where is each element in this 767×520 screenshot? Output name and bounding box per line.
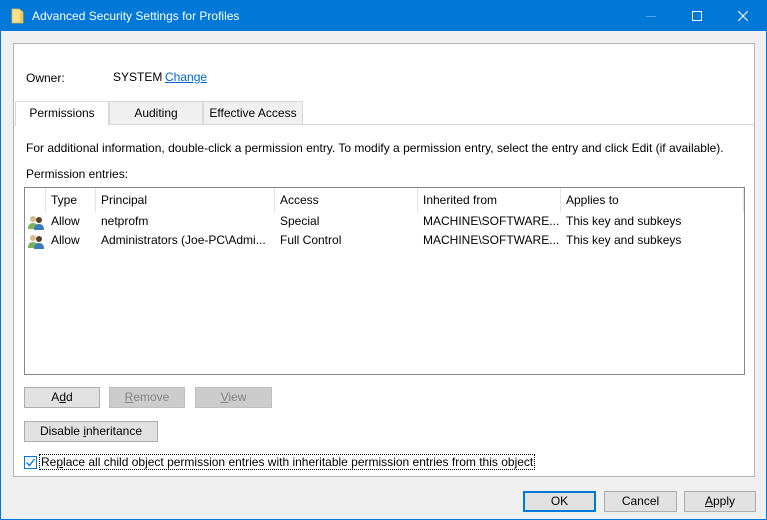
- cell-type: Allow: [51, 233, 80, 247]
- owner-value: SYSTEM: [113, 70, 163, 84]
- users-group-icon: [28, 235, 44, 249]
- cell-type: Allow: [51, 214, 80, 228]
- change-link-text: Change: [165, 70, 208, 84]
- content-panel: Owner: SYSTEM Change Permissions Auditin…: [13, 43, 755, 477]
- cell-applies-to: This key and subkeys: [566, 233, 682, 247]
- apply-label-post: pply: [713, 494, 736, 508]
- permission-entries-list[interactable]: Type Principal Access Inherited from App…: [24, 187, 745, 375]
- disable-inheritance-button[interactable]: Disable inheritance: [24, 421, 158, 442]
- permission-entries-label: Permission entries:: [26, 167, 129, 181]
- close-icon: [738, 11, 748, 21]
- view-label-post: iew: [228, 390, 247, 404]
- cell-inherited-from: MACHINE\SOFTWARE...: [423, 214, 560, 228]
- tab-effective-access[interactable]: Effective Access: [203, 101, 303, 125]
- title-bar[interactable]: Advanced Security Settings for Profiles: [1, 1, 766, 31]
- change-owner-link[interactable]: Change: [165, 70, 207, 84]
- window-title: Advanced Security Settings for Profiles: [32, 9, 240, 23]
- table-row[interactable]: Allow Administrators (Joe-PC\Admi... Ful…: [25, 231, 744, 250]
- column-header-access[interactable]: Access: [275, 188, 418, 212]
- info-text: For additional information, double-click…: [26, 141, 724, 155]
- disable-inheritance-label-post: nheritance: [85, 424, 143, 438]
- remove-button[interactable]: Remove: [109, 387, 185, 408]
- cell-principal: netprofm: [101, 214, 149, 228]
- list-header: Type Principal Access Inherited from App…: [25, 188, 744, 212]
- ok-button[interactable]: OK: [523, 491, 596, 512]
- tab-auditing[interactable]: Auditing: [109, 101, 203, 125]
- minimize-button[interactable]: [628, 1, 674, 31]
- table-row[interactable]: Allow netprofm Special MACHINE\SOFTWARE.…: [25, 212, 744, 231]
- remove-label-mnemonic: R: [124, 390, 134, 404]
- maximize-button[interactable]: [674, 1, 720, 31]
- cancel-button[interactable]: Cancel: [604, 491, 677, 512]
- cell-applies-to: This key and subkeys: [566, 214, 682, 228]
- replace-label-pre: Re: [41, 455, 57, 469]
- add-label-post: d: [66, 390, 73, 404]
- checkmark-icon: [26, 458, 36, 467]
- column-header-inherited-from[interactable]: Inherited from: [418, 188, 561, 212]
- folder-icon: [11, 8, 24, 24]
- replace-label-post: lace all child object permission entries…: [63, 455, 534, 469]
- tab-divider: [14, 124, 754, 125]
- add-label-mnemonic: d: [59, 390, 66, 404]
- apply-button[interactable]: Apply: [684, 491, 756, 512]
- cell-access: Full Control: [280, 233, 342, 247]
- tab-permissions[interactable]: Permissions: [15, 101, 109, 126]
- cell-inherited-from: MACHINE\SOFTWARE...: [423, 233, 560, 247]
- minimize-icon: [646, 15, 656, 17]
- column-header-applies-to[interactable]: Applies to: [561, 188, 744, 212]
- close-button[interactable]: [720, 1, 766, 31]
- view-button[interactable]: View: [195, 387, 272, 408]
- replace-child-permissions-checkbox[interactable]: [24, 456, 37, 469]
- column-header-principal[interactable]: Principal: [96, 188, 275, 212]
- remove-label-post: emove: [133, 390, 170, 404]
- owner-label: Owner:: [26, 71, 65, 85]
- replace-child-permissions-label[interactable]: Replace all child object permission entr…: [39, 454, 536, 470]
- cell-principal: Administrators (Joe-PC\Admi...: [101, 233, 266, 247]
- add-button[interactable]: Add: [24, 387, 100, 408]
- maximize-icon: [692, 11, 702, 21]
- users-group-icon: [28, 216, 44, 230]
- column-header-icon: [25, 188, 46, 212]
- apply-label-mnemonic: A: [704, 494, 713, 508]
- cell-access: Special: [280, 214, 320, 228]
- dialog-window: Advanced Security Settings for Profiles …: [0, 0, 767, 520]
- column-header-type[interactable]: Type: [46, 188, 96, 212]
- disable-inheritance-label-pre: Disable: [39, 424, 84, 438]
